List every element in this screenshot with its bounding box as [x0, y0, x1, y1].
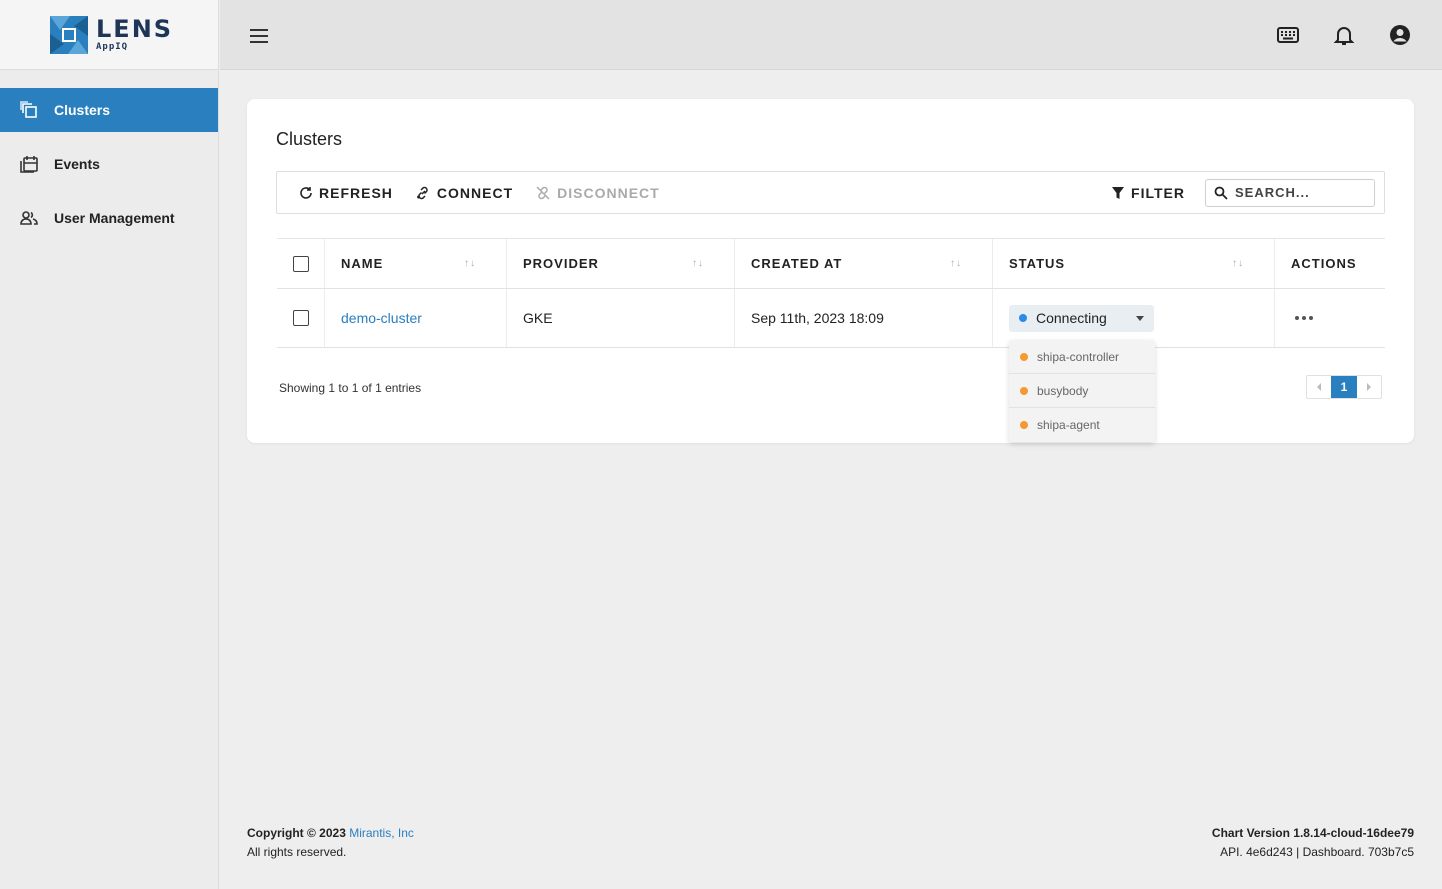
column-header-name[interactable]: NAME ↑↓ [325, 239, 507, 288]
page-button[interactable]: 1 [1331, 376, 1357, 398]
link-icon [416, 186, 428, 199]
column-header-actions: ACTIONS [1275, 239, 1385, 288]
table-row: demo-cluster GKE Sep 11th, 2023 18:09 Co… [277, 289, 1385, 348]
copyright-text: Copyright © 2023 [247, 826, 350, 840]
refresh-icon [300, 186, 312, 199]
table-header-row: NAME ↑↓ PROVIDER ↑↓ CREATED AT ↑↓ STATUS… [277, 238, 1385, 289]
company-link[interactable]: Mirantis, Inc [349, 826, 414, 840]
sidebar-item-label: User Management [54, 210, 175, 226]
cluster-name-link[interactable]: demo-cluster [341, 310, 422, 326]
dropdown-item-label: shipa-controller [1037, 349, 1120, 364]
rights-text: All rights reserved. [247, 845, 347, 859]
cell-created-at: Sep 11th, 2023 18:09 [735, 289, 993, 347]
column-header-name-label: NAME [341, 256, 384, 271]
clusters-table: NAME ↑↓ PROVIDER ↑↓ CREATED AT ↑↓ STATUS… [277, 238, 1385, 348]
sort-icon[interactable]: ↑↓ [1232, 258, 1244, 269]
logo-subtitle: AppIQ [96, 42, 129, 52]
select-all-checkbox[interactable] [292, 255, 309, 272]
sidebar-item-label: Events [54, 156, 100, 172]
logo[interactable]: LENS AppIQ [0, 0, 218, 70]
sidebar-item-events[interactable]: Events [0, 142, 218, 186]
column-header-provider[interactable]: PROVIDER ↑↓ [507, 239, 735, 288]
cell-provider: GKE [507, 289, 735, 347]
keyboard-icon[interactable] [1276, 23, 1300, 47]
calendar-icon [20, 155, 38, 173]
users-icon [20, 209, 38, 227]
cluster-created-at: Sep 11th, 2023 18:09 [751, 310, 884, 326]
column-header-created-at-label: CREATED AT [751, 256, 843, 271]
account-icon[interactable] [1388, 23, 1412, 47]
toolbar: REFRESH CONNECT DISCONNECT FILTER SEARCH… [276, 171, 1385, 214]
sidebar-nav: Clusters Events User Management [0, 88, 218, 240]
status-dropdown-menu: shipa-controller busybody shipa-agent [1009, 340, 1155, 442]
dropdown-item-label: busybody [1037, 383, 1089, 398]
status-dot-icon [1020, 352, 1028, 361]
next-page-icon[interactable] [1357, 376, 1381, 398]
search-input[interactable] [1235, 185, 1365, 200]
dropdown-item[interactable]: shipa-controller [1009, 340, 1155, 374]
disconnect-button[interactable]: DISCONNECT [535, 185, 660, 201]
filter-icon [1112, 186, 1125, 199]
sidebar-item-clusters[interactable]: Clusters [0, 88, 218, 132]
dropdown-item-label: shipa-agent [1037, 418, 1100, 432]
column-header-status-label: STATUS [1009, 256, 1066, 271]
chart-version: Chart Version 1.8.14-cloud-16dee79 [1211, 826, 1414, 840]
top-header [220, 0, 1442, 70]
caret-down-icon [1136, 315, 1144, 321]
page-title: Clusters [276, 129, 343, 149]
select-all-cell [277, 239, 325, 288]
search-box [1205, 178, 1375, 207]
bell-icon[interactable] [1332, 23, 1356, 47]
api-info: API. 4e6d243 | Dashboard. 703b7c5 [1220, 845, 1414, 859]
sort-icon[interactable]: ↑↓ [950, 258, 962, 269]
status-label: Connecting [1036, 310, 1107, 326]
footer-version: Chart Version 1.8.14-cloud-16dee79 API. … [1212, 824, 1414, 862]
column-header-provider-label: PROVIDER [523, 256, 599, 271]
pagination: 1 [1306, 375, 1382, 399]
more-actions-icon[interactable] [1295, 316, 1313, 320]
lens-logo-icon [50, 15, 88, 54]
sidebar-item-label: Clusters [54, 102, 111, 118]
menu-icon[interactable] [248, 25, 270, 47]
clusters-card: Clusters REFRESH CONNECT DISCONNECT FILT… [247, 99, 1414, 443]
clusters-icon [20, 101, 38, 119]
refresh-label: REFRESH [319, 184, 393, 201]
connect-button[interactable]: CONNECT [415, 185, 513, 201]
row-select-cell [277, 289, 325, 347]
cluster-provider: GKE [523, 310, 553, 326]
column-header-actions-label: ACTIONS [1291, 256, 1357, 271]
filter-button[interactable]: FILTER [1111, 185, 1185, 201]
refresh-button[interactable]: REFRESH [299, 185, 393, 201]
row-checkbox[interactable] [292, 310, 309, 326]
dropdown-item[interactable]: busybody [1009, 374, 1155, 408]
sidebar: LENS AppIQ Clusters Events User Manageme… [0, 0, 219, 889]
status-dot-icon [1019, 314, 1027, 322]
sort-icon[interactable]: ↑↓ [464, 258, 476, 269]
status-dot-icon [1020, 421, 1028, 429]
search-icon [1214, 186, 1228, 200]
dropdown-item[interactable]: shipa-agent [1009, 408, 1155, 442]
column-header-status[interactable]: STATUS ↑↓ [993, 239, 1275, 288]
disconnect-label: DISCONNECT [557, 184, 660, 201]
prev-page-icon[interactable] [1307, 376, 1331, 398]
cell-name: demo-cluster [325, 289, 507, 347]
cell-actions [1275, 289, 1385, 347]
status-dot-icon [1020, 386, 1028, 395]
filter-label: FILTER [1131, 184, 1185, 201]
status-dropdown-toggle[interactable]: Connecting [1009, 304, 1154, 332]
pagination-summary: Showing 1 to 1 of 1 entries [279, 381, 422, 395]
connect-label: CONNECT [436, 184, 514, 201]
link-off-icon [536, 185, 550, 200]
footer-copyright: Copyright © 2023 Mirantis, Inc All right… [247, 824, 414, 862]
column-header-created-at[interactable]: CREATED AT ↑↓ [735, 239, 993, 288]
logo-title: LENS [96, 15, 174, 43]
sidebar-item-user-management[interactable]: User Management [0, 196, 218, 240]
sort-icon[interactable]: ↑↓ [692, 258, 704, 269]
cell-status: Connecting [993, 289, 1275, 347]
